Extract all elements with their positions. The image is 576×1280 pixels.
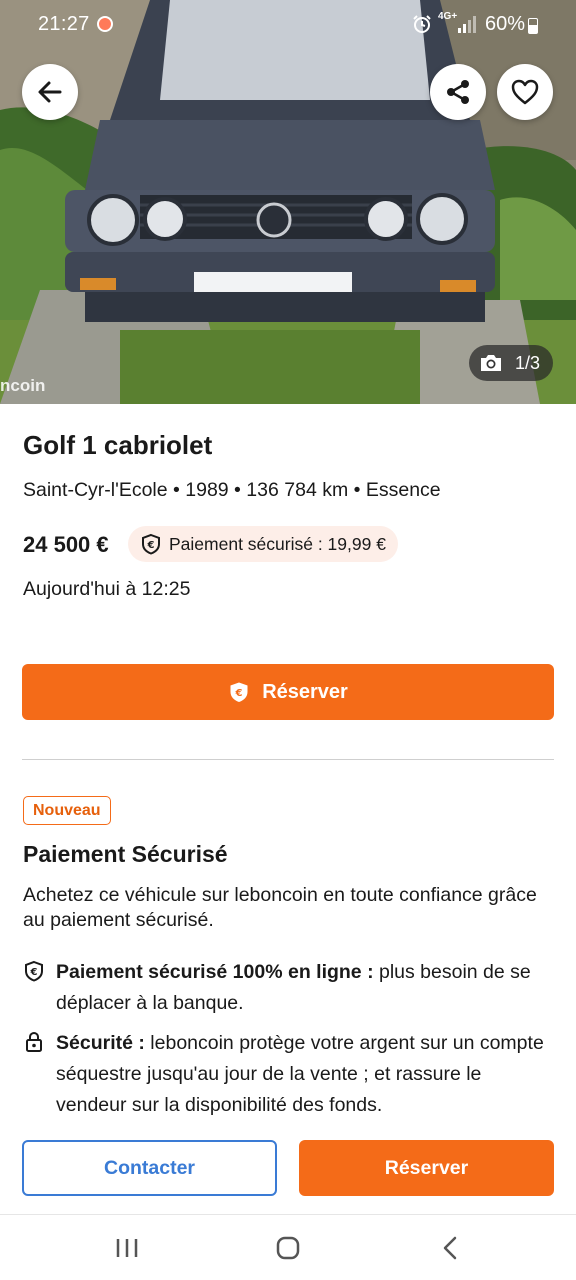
home-icon[interactable] — [273, 1233, 303, 1263]
notification-icon — [97, 16, 113, 32]
status-time: 21:27 — [38, 13, 90, 35]
photo-counter[interactable]: 1/3 — [469, 345, 553, 381]
status-bar: 21:27 4G+ 60% — [0, 0, 576, 48]
svg-text:€: € — [147, 540, 155, 551]
euro-shield-icon: € — [25, 960, 43, 982]
svg-text:€: € — [235, 688, 243, 699]
feature-text: Paiement sécurisé 100% en ligne : plus b… — [56, 957, 546, 1019]
listing-price: 24 500 € — [23, 532, 109, 557]
signal-icon — [458, 16, 476, 33]
back-nav-icon[interactable] — [436, 1233, 466, 1263]
secure-section-description: Achetez ce véhicule sur leboncoin en tou… — [23, 884, 537, 931]
lock-icon — [26, 1031, 42, 1052]
secure-payment-badge: € Paiement sécurisé : 19,99 € — [128, 526, 398, 562]
svg-text:€: € — [30, 967, 38, 978]
feature-bold: Paiement sécurisé 100% en ligne : — [56, 961, 374, 983]
secure-section-title: Paiement Sécurisé — [23, 841, 228, 867]
feature-bold: Sécurité : — [56, 1032, 145, 1054]
listing-date: Aujourd'hui à 12:25 — [23, 578, 191, 600]
back-button[interactable] — [22, 64, 78, 120]
favorite-button[interactable] — [497, 64, 553, 120]
section-divider — [22, 759, 554, 760]
secure-badge-label: Paiement sécurisé : 19,99 € — [169, 533, 386, 554]
euro-shield-icon: € — [230, 682, 248, 702]
reserve-button[interactable]: € Réserver — [22, 664, 554, 720]
bottom-action-bar: Contacter Réserver — [0, 1128, 576, 1214]
photo-counter-text: 1/3 — [515, 352, 541, 373]
arrow-left-icon — [38, 81, 62, 103]
feature-text: Sécurité : leboncoin protège votre argen… — [56, 1028, 546, 1121]
euro-shield-icon: € — [142, 533, 160, 555]
photo-watermark: ncoin — [0, 376, 46, 395]
heart-icon — [511, 79, 539, 105]
contact-button[interactable]: Contacter — [22, 1140, 277, 1196]
car-photo-image — [0, 0, 576, 404]
battery-level: 60% — [485, 13, 526, 35]
alarm-icon — [413, 15, 431, 33]
new-badge: Nouveau — [23, 796, 111, 825]
reserve-bottom-button[interactable]: Réserver — [299, 1140, 554, 1196]
listing-subtitle: Saint-Cyr-l'Ecole • 1989 • 136 784 km • … — [23, 479, 441, 501]
battery-icon — [528, 18, 538, 34]
system-nav-bar — [0, 1214, 576, 1280]
network-type: 4G+ — [438, 11, 458, 22]
reserve-button-label: Réserver — [262, 680, 348, 703]
share-button[interactable] — [430, 64, 486, 120]
camera-icon — [481, 355, 501, 371]
share-icon — [447, 80, 469, 104]
recent-apps-icon[interactable] — [112, 1233, 142, 1263]
listing-photo[interactable]: 21:27 4G+ 60% 1/3 ncoin — [0, 0, 576, 404]
listing-title: Golf 1 cabriolet — [23, 430, 213, 460]
